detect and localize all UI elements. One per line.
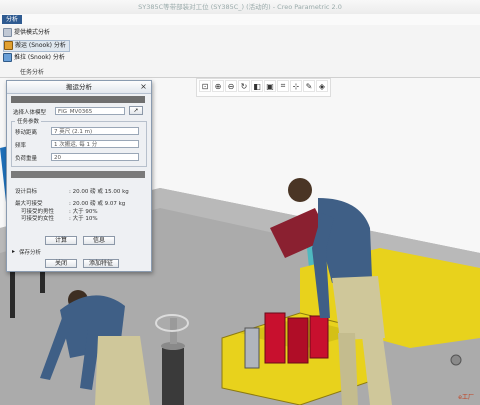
manikin-field[interactable]: FIG_MV0365	[55, 107, 125, 115]
carry-analysis-command-label: 搬运 (Snook) 分析	[15, 42, 66, 49]
close-button[interactable]: 关闭	[45, 259, 77, 268]
zoom-in-icon[interactable]: ⊕	[212, 80, 224, 92]
ribbon-panel: 提供模式分析 搬运 (Snook) 分析 推拉 (Snook) 分析 任务分析	[0, 25, 480, 78]
lift-post	[162, 348, 184, 405]
push-pull-command-label: 推拉 (Snook) 分析	[14, 54, 65, 61]
frequency-label: 频率	[15, 143, 27, 149]
carry-analysis-command[interactable]: 搬运 (Snook) 分析	[3, 40, 70, 52]
red-part	[264, 312, 286, 364]
window-title: SY385C等带部装对工位 (SY385C_) (活动的) - Creo Par…	[0, 0, 480, 15]
compute-button[interactable]: 计算	[45, 236, 77, 245]
close-icon[interactable]: ×	[139, 82, 148, 91]
floor-part	[450, 354, 462, 366]
add-feature-button[interactable]: 添加特征	[83, 259, 119, 268]
dialog-banner	[11, 96, 145, 103]
datum-display-icon[interactable]: ⌗	[277, 80, 289, 92]
tab-analysis[interactable]: 分析	[2, 15, 22, 24]
load-weight-input[interactable]: 20	[51, 153, 139, 161]
worker-right-head	[288, 178, 312, 202]
zoom-fit-icon[interactable]: ⊡	[199, 80, 211, 92]
results-banner	[11, 171, 145, 178]
red-part	[309, 315, 329, 359]
carry-analysis-icon	[4, 41, 13, 50]
repaint-icon[interactable]: ↻	[238, 80, 250, 92]
carry-analysis-dialog: 搬运分析 × 选择人体模型 FIG_MV0365 ➚ 任务参数 移动距离 7 英…	[6, 80, 152, 272]
select-manikin-label: 选择人体模型	[13, 110, 47, 116]
push-pull-command[interactable]: 推拉 (Snook) 分析	[3, 53, 65, 63]
carry-distance-select[interactable]: 7 英尺 (2.1 m)	[51, 127, 139, 135]
max-weight-label: 最大可接受	[15, 201, 43, 207]
carry-distance-label: 移动距离	[15, 130, 38, 136]
task-params-label: 任务参数	[15, 117, 42, 125]
zoom-out-icon[interactable]: ⊖	[225, 80, 237, 92]
display-style-icon[interactable]: ◧	[251, 80, 263, 92]
info-button[interactable]: 信息	[83, 236, 115, 245]
save-analysis-label[interactable]: 保存分析	[19, 248, 41, 256]
analysis-icon	[3, 28, 12, 37]
ribbon-tab-bar: 分析	[0, 14, 480, 25]
frequency-select[interactable]: 1 次搬运, 每 1 分	[51, 140, 139, 148]
red-part	[287, 317, 309, 364]
analysis-command[interactable]: 提供模式分析	[3, 28, 50, 38]
expand-arrow-icon[interactable]: ▸	[12, 248, 15, 255]
push-pull-icon	[3, 53, 12, 62]
view-toolbar: ⊡ ⊕ ⊖ ↻ ◧ ▣ ⌗ ⊹ ✎ ◈	[196, 78, 331, 97]
annotation-icon[interactable]: ✎	[303, 80, 315, 92]
max-weight-value: : 20.00 磅 或 9.07 kg	[69, 201, 126, 207]
design-weight-value: : 20.00 磅 或 15.00 kg	[69, 189, 129, 195]
analysis-command-label: 提供模式分析	[14, 29, 51, 36]
appearance-icon[interactable]: ◈	[316, 80, 328, 92]
design-weight-label: 设计目标	[15, 189, 38, 195]
watermark-logo: e工厂	[458, 394, 474, 401]
dialog-title: 搬运分析	[7, 81, 151, 94]
saved-views-icon[interactable]: ▣	[264, 80, 276, 92]
ribbon-group-label: 任务分析	[20, 69, 45, 76]
select-arrow-button[interactable]: ➚	[129, 106, 143, 115]
acceptable-female-value: : 大于 10%	[69, 216, 98, 222]
load-weight-label: 负荷重量	[15, 156, 38, 162]
spin-center-icon[interactable]: ⊹	[290, 80, 302, 92]
acceptable-female-label: 可接受的女性	[21, 216, 55, 222]
grey-part	[244, 327, 260, 369]
